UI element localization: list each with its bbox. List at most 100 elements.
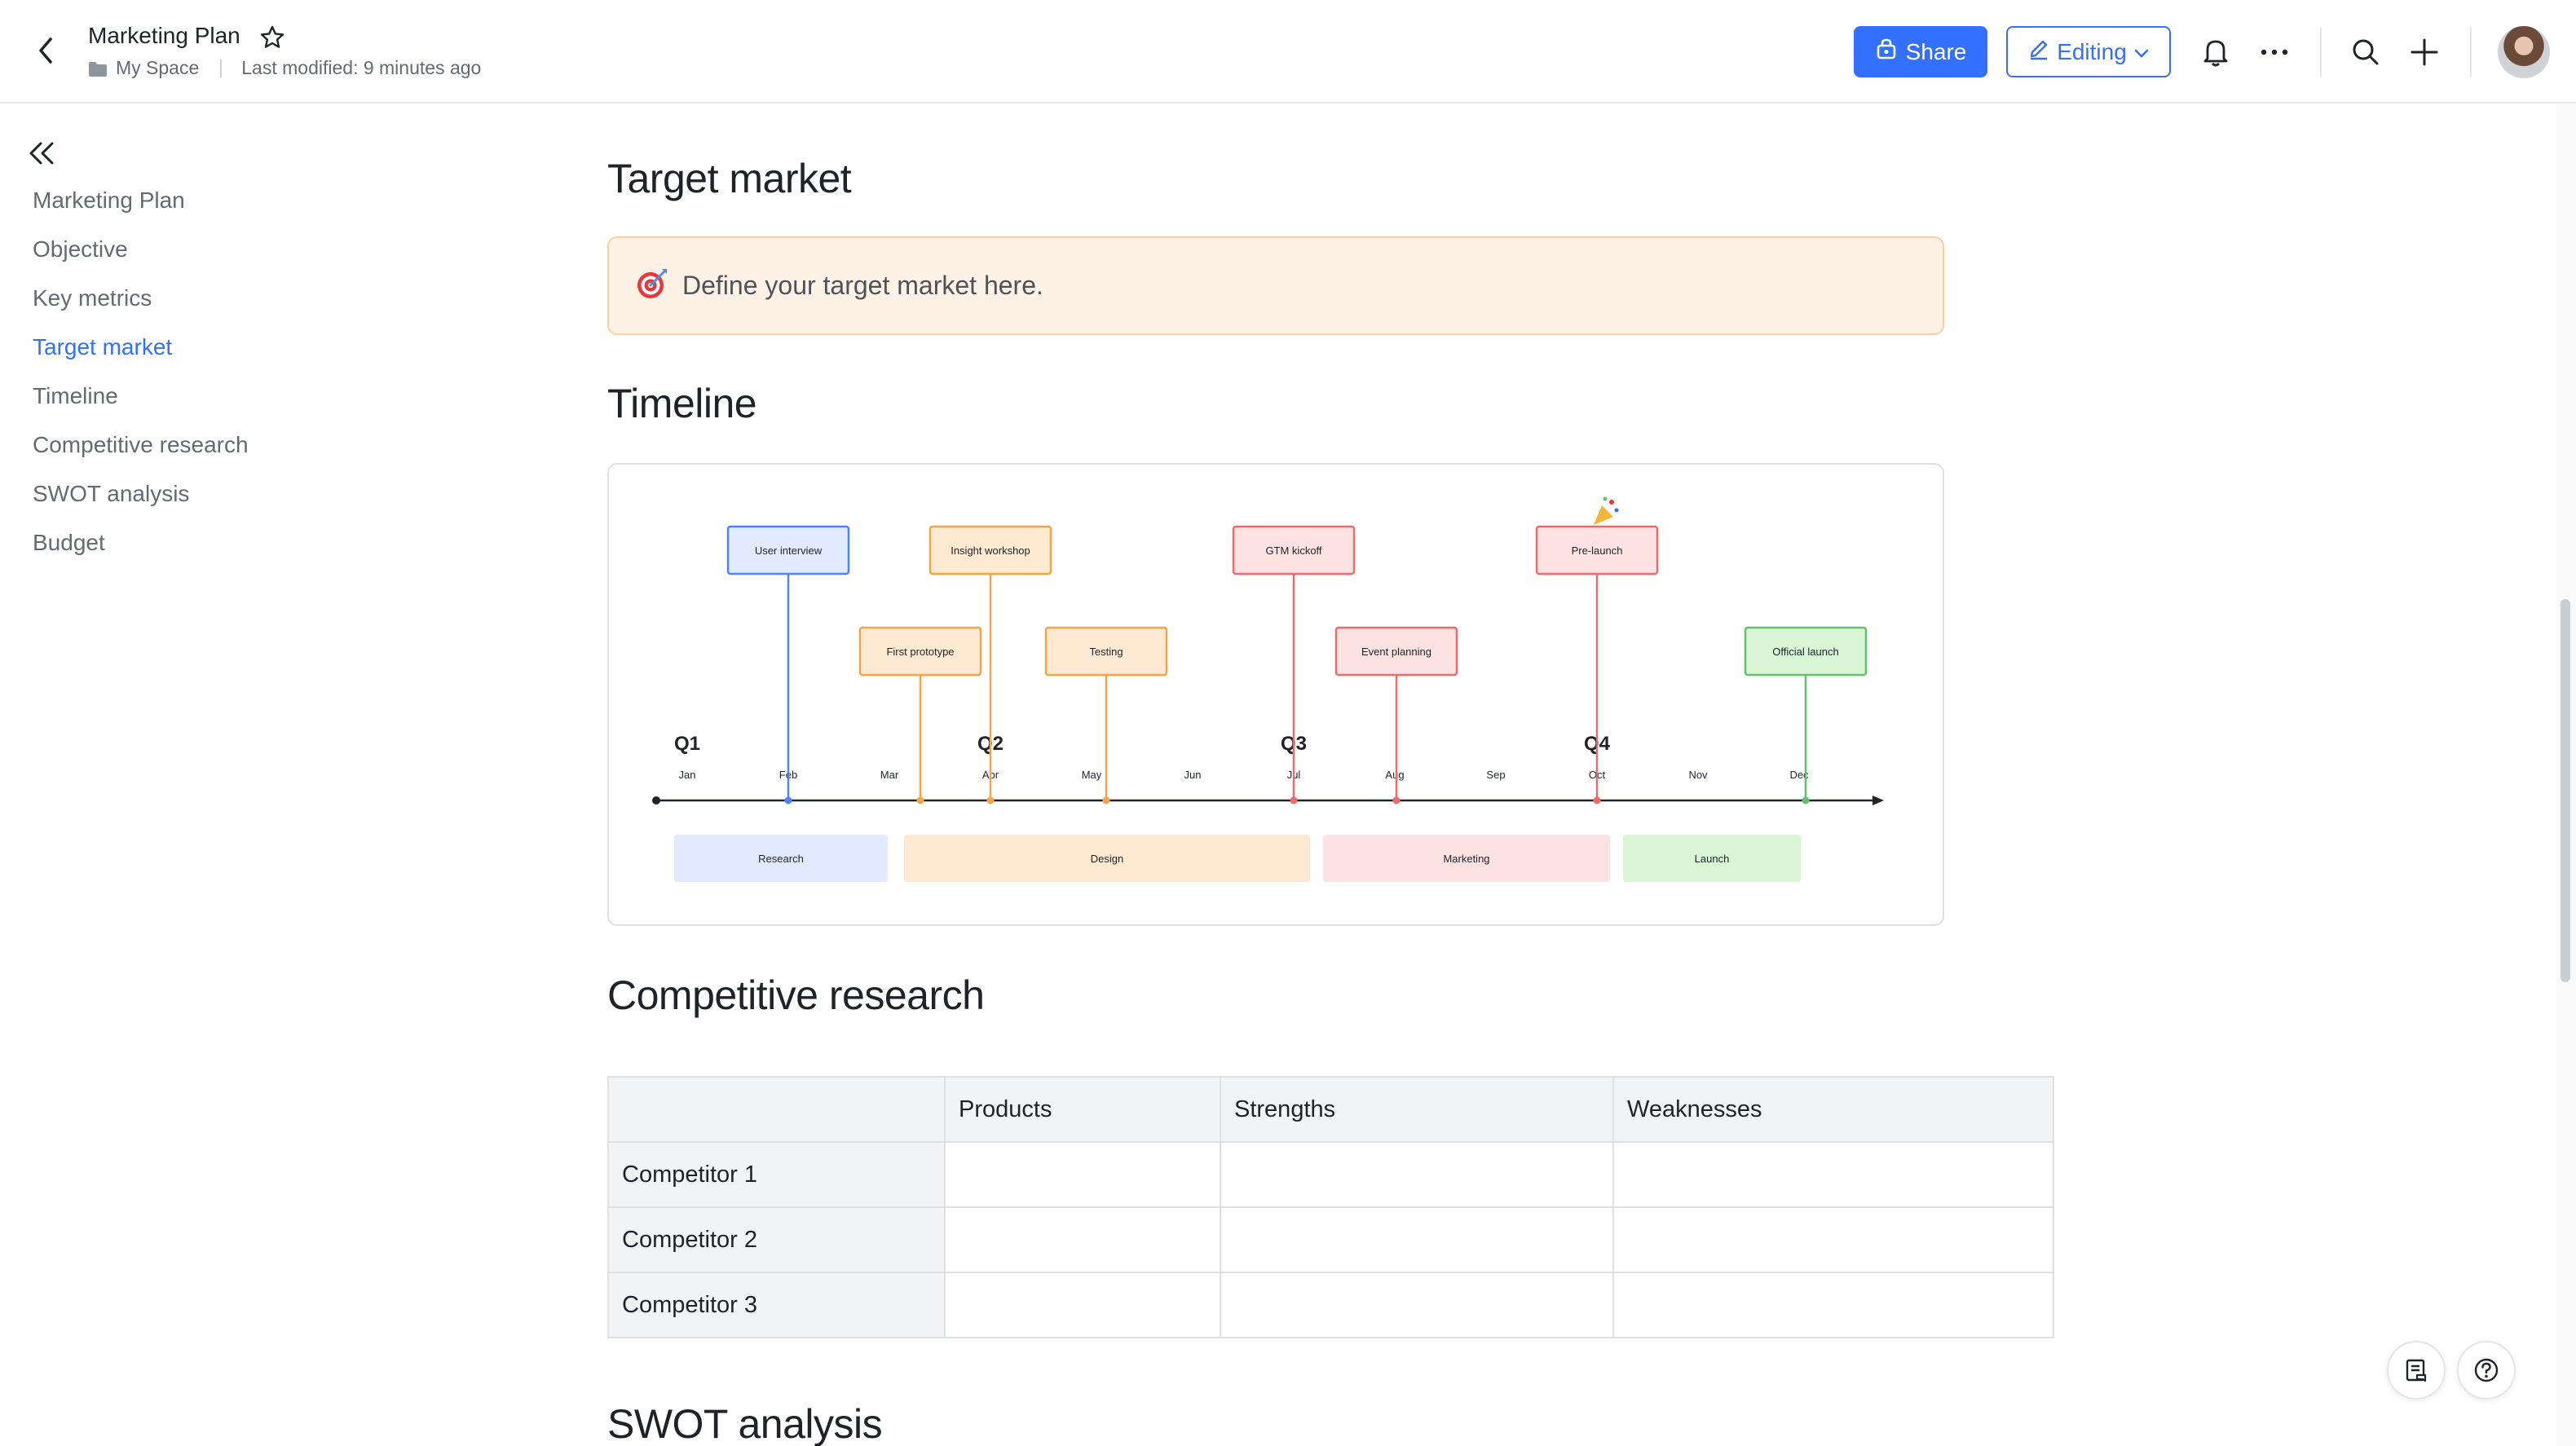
plus-icon[interactable]: [2405, 33, 2444, 72]
month-label: May: [1082, 769, 1102, 781]
outline-item-swot-analysis[interactable]: SWOT analysis: [33, 471, 489, 520]
table-header-cell[interactable]: Weaknesses: [1612, 1076, 2054, 1143]
table-cell[interactable]: [1612, 1272, 2054, 1338]
milestone-dot: [1593, 796, 1601, 805]
milestone-dot: [784, 796, 792, 805]
confetti-dot: [1614, 508, 1619, 513]
milestone-dot: [1802, 796, 1810, 805]
avatar[interactable]: [2498, 26, 2550, 78]
table-cell[interactable]: [1220, 1141, 1614, 1208]
more-horizontal-icon[interactable]: [2255, 33, 2294, 72]
milestone-label: Insight workshop: [951, 544, 1030, 557]
chevron-down-icon: [2133, 39, 2150, 65]
outline-item-objective[interactable]: Objective: [33, 227, 489, 276]
table-cell[interactable]: Competitor 3: [607, 1272, 946, 1338]
table-cell[interactable]: [1220, 1272, 1614, 1338]
target-emoji-icon: [635, 267, 669, 305]
milestone-dot: [916, 796, 924, 805]
milestone-label: Event planning: [1361, 646, 1431, 658]
editing-mode-dropdown[interactable]: Editing: [2006, 26, 2171, 77]
callout-target-market[interactable]: Define your target market here.: [607, 236, 1944, 335]
table-header-cell[interactable]: Products: [944, 1076, 1221, 1143]
top-bar: Marketing Plan My Space Last modified: 9…: [0, 0, 2576, 104]
outline-item-competitive-research[interactable]: Competitive research: [33, 422, 489, 471]
month-label: Jun: [1184, 769, 1202, 781]
breadcrumb-divider: [220, 59, 223, 77]
party-popper-icon: [1594, 505, 1613, 525]
phase-label: Research: [758, 853, 804, 865]
milestone-dot: [986, 796, 995, 805]
milestone-label: First prototype: [886, 646, 954, 658]
milestone-dot: [1102, 796, 1110, 805]
table-cell[interactable]: Competitor 1: [607, 1141, 946, 1208]
table-row: Competitor 2: [607, 1206, 2054, 1273]
table-cell[interactable]: Competitor 2: [607, 1206, 946, 1273]
month-label: Nov: [1688, 769, 1708, 781]
callout-text: Define your target market here.: [682, 271, 1043, 300]
table-cell[interactable]: [1612, 1206, 2054, 1273]
milestone-label: GTM kickoff: [1265, 544, 1321, 557]
scrollbar-thumb[interactable]: [2561, 599, 2570, 982]
star-icon[interactable]: [259, 24, 285, 51]
month-label: Sep: [1486, 769, 1505, 781]
table-cell[interactable]: [944, 1272, 1221, 1338]
table-cell[interactable]: [1612, 1141, 2054, 1208]
heading-target-market[interactable]: Target market: [607, 155, 852, 202]
milestone-dot: [1392, 796, 1400, 805]
table-header-cell[interactable]: Strengths: [1220, 1076, 1614, 1143]
breadcrumb-space[interactable]: My Space: [116, 57, 199, 79]
chevron-left-icon[interactable]: [29, 33, 62, 68]
month-label: Mar: [880, 769, 899, 781]
header-divider: [2470, 28, 2472, 77]
table-cell[interactable]: [1220, 1206, 1614, 1273]
last-modified-text: Last modified: 9 minutes ago: [241, 57, 482, 78]
timeline-diagram: Q1Q2Q3Q4JanFebMarAprMayJunJulAugSepOctNo…: [652, 496, 1884, 882]
timeline-axis-arrow: [1872, 796, 1884, 805]
heading-competitive-research[interactable]: Competitive research: [607, 972, 985, 1019]
milestone-label: User interview: [755, 544, 823, 557]
help-icon[interactable]: [2457, 1341, 2516, 1400]
comment-list-icon[interactable]: [2387, 1341, 2446, 1400]
table-header-cell[interactable]: [607, 1076, 946, 1143]
table-header-row: Products Strengths Weaknesses: [607, 1076, 2054, 1143]
folder-icon: [88, 60, 108, 77]
confetti-dot: [1603, 496, 1608, 501]
outline-item-budget[interactable]: Budget: [33, 520, 489, 569]
bell-icon[interactable]: [2196, 33, 2235, 72]
document-outline: Marketing Plan Objective Key metrics Tar…: [33, 178, 489, 569]
month-label: Aug: [1385, 769, 1404, 781]
table-cell[interactable]: [944, 1141, 1221, 1208]
document-title[interactable]: Marketing Plan: [88, 23, 240, 49]
header-divider: [2320, 28, 2322, 77]
heading-timeline[interactable]: Timeline: [607, 380, 757, 427]
breadcrumb: My Space Last modified: 9 minutes ago: [88, 57, 481, 79]
milestone-dot: [1290, 796, 1298, 805]
table-row: Competitor 1: [607, 1141, 2054, 1208]
outline-item-target-market[interactable]: Target market: [33, 324, 489, 373]
table-cell[interactable]: [944, 1206, 1221, 1273]
milestone-label: Pre-launch: [1572, 544, 1623, 557]
confetti-dot: [1609, 500, 1614, 505]
outline-item-marketing-plan[interactable]: Marketing Plan: [33, 178, 489, 227]
outline-item-key-metrics[interactable]: Key metrics: [33, 276, 489, 324]
outline-item-timeline[interactable]: Timeline: [33, 373, 489, 422]
share-button[interactable]: Share: [1854, 26, 1987, 77]
timeline-whiteboard[interactable]: Q1Q2Q3Q4JanFebMarAprMayJunJulAugSepOctNo…: [607, 463, 1944, 926]
phase-label: Design: [1091, 853, 1123, 865]
heading-swot-analysis[interactable]: SWOT analysis: [607, 1400, 883, 1446]
phase-label: Marketing: [1443, 853, 1489, 865]
competitive-research-table: Products Strengths Weaknesses Competitor…: [607, 1076, 2054, 1338]
table-row: Competitor 3: [607, 1272, 2054, 1338]
phase-label: Launch: [1695, 853, 1730, 865]
search-icon[interactable]: [2346, 33, 2385, 72]
double-chevron-left-icon[interactable]: [24, 137, 60, 170]
milestone-label: Official launch: [1772, 646, 1838, 658]
share-label: Share: [1905, 38, 1967, 64]
pencil-icon: [2027, 37, 2050, 66]
editing-label: Editing: [2057, 38, 2127, 64]
quarter-label: Q1: [674, 733, 700, 755]
timeline-origin-dot: [652, 796, 660, 805]
lock-share-icon: [1875, 37, 1898, 66]
month-label: Jan: [679, 769, 696, 781]
milestone-label: Testing: [1089, 646, 1123, 658]
